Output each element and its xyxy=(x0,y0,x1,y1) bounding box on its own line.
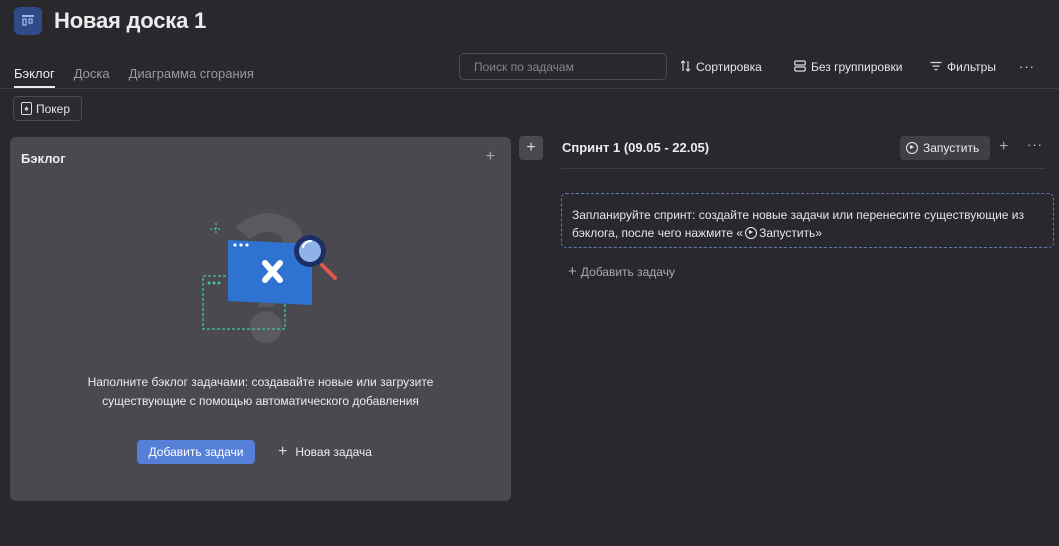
grouping-button[interactable]: Без группировки xyxy=(794,58,902,75)
start-sprint-label: Запустить xyxy=(923,141,980,155)
search-input[interactable] xyxy=(459,53,667,80)
tab-bar: Бэклог Доска Диаграмма сгорания xyxy=(14,66,273,88)
tab-board[interactable]: Доска xyxy=(74,66,110,88)
empty-backlog-illustration xyxy=(190,207,350,357)
poker-card-icon: ♠ xyxy=(21,102,32,115)
tab-backlog[interactable]: Бэклог xyxy=(14,66,55,88)
sprint-more-button[interactable]: ··· xyxy=(1027,138,1043,151)
add-sprint-button[interactable]: + xyxy=(519,136,543,160)
poker-label: Покер xyxy=(36,101,71,116)
filters-label: Фильтры xyxy=(947,59,996,74)
plus-icon: + xyxy=(568,263,577,280)
play-circle-icon xyxy=(906,142,918,154)
plus-icon: + xyxy=(278,443,288,460)
sort-button[interactable]: Сортировка xyxy=(680,58,762,75)
add-task-label: Добавить задачу xyxy=(580,264,675,279)
sort-arrows-icon xyxy=(680,59,691,74)
grouping-label: Без группировки xyxy=(811,59,903,74)
filters-button[interactable]: Фильтры xyxy=(930,58,996,75)
rows-icon xyxy=(794,59,806,74)
play-circle-icon xyxy=(745,227,758,239)
sort-label: Сортировка xyxy=(696,59,762,74)
board-icon xyxy=(14,7,42,35)
more-options-button[interactable]: ··· xyxy=(1019,60,1035,73)
sprint-divider xyxy=(561,168,1045,169)
poker-button[interactable]: ♠ Покер xyxy=(13,96,82,121)
backlog-panel: Бэклог + Наполните бэклог задачами: созд… xyxy=(10,137,511,501)
start-sprint-button[interactable]: Запустить xyxy=(900,136,990,160)
backlog-add-icon[interactable]: + xyxy=(486,149,495,165)
add-tasks-button[interactable]: Добавить задачи xyxy=(137,440,255,464)
new-task-button[interactable]: + Новая задача xyxy=(278,444,372,460)
page-title: Новая доска 1 xyxy=(54,8,207,33)
plan-text-start: Запустить xyxy=(759,226,816,240)
add-task-button[interactable]: + Добавить задачу xyxy=(568,264,675,279)
new-task-label: Новая задача xyxy=(295,445,372,459)
filter-icon xyxy=(930,61,942,73)
plan-text-end: » xyxy=(815,226,822,240)
backlog-title: Бэклог xyxy=(21,151,66,166)
tabs-divider xyxy=(0,88,1059,89)
sprint-dropzone[interactable]: Запланируйте спринт: создайте новые зада… xyxy=(561,193,1054,248)
tab-burndown[interactable]: Диаграмма сгорания xyxy=(129,66,254,88)
empty-backlog-text: Наполните бэклог задачами: создавайте но… xyxy=(87,375,434,408)
sprint-add-icon[interactable]: + xyxy=(999,139,1008,155)
sprint-title[interactable]: Спринт 1 (09.05 - 22.05) xyxy=(562,140,709,155)
